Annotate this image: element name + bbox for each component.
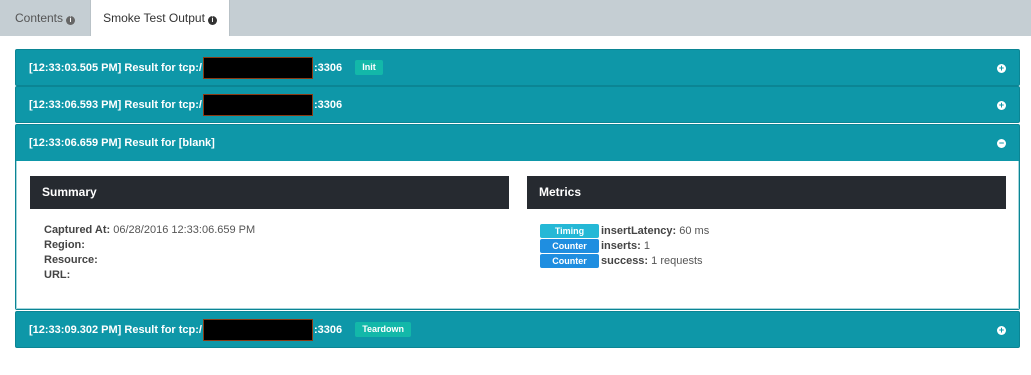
result-header[interactable]: [12:33:06.659 PM] Result for [blank] − — [16, 125, 1019, 161]
tab-contents-label: Contents — [14, 11, 64, 25]
info-icon: i — [207, 16, 217, 25]
summary-field-label: Captured At: — [44, 224, 111, 236]
metric-row: Counter inserts: 1 — [540, 239, 650, 253]
result-header[interactable]: [12:33:09.302 PM] Result for tcp:/:3306 … — [16, 312, 1019, 348]
expand-icon[interactable]: + — [997, 64, 1006, 73]
result-header[interactable]: [12:33:03.505 PM] Result for tcp:/:3306 … — [16, 50, 1019, 86]
tab-smoke-test-output[interactable]: Smoke Test Output i — [90, 0, 230, 36]
expand-icon[interactable]: + — [997, 326, 1006, 335]
status-badge: Init — [355, 60, 383, 75]
result-panel-expanded: [12:33:06.659 PM] Result for [blank] − S… — [15, 124, 1020, 310]
summary-field: Resource: — [44, 254, 98, 266]
metric-row: Counter success: 1 requests — [540, 254, 703, 268]
metric-type-badge: Timing — [540, 224, 599, 238]
result-header[interactable]: [12:33:06.593 PM] Result for tcp:/:3306 … — [16, 87, 1019, 123]
result-title-prefix: [12:33:09.302 PM] Result for tcp:/ — [29, 324, 202, 336]
result-title-prefix: [12:33:03.505 PM] Result for tcp:/ — [29, 62, 202, 74]
tab-contents[interactable]: Contents i — [0, 0, 90, 36]
metric-name: inserts: — [601, 240, 641, 252]
summary-field: URL: — [44, 269, 70, 281]
summary-field: Region: — [44, 239, 85, 251]
info-icon: i — [66, 16, 76, 25]
result-title-prefix: [12:33:06.593 PM] Result for tcp:/ — [29, 99, 202, 111]
summary-field-label: Resource: — [44, 254, 98, 266]
summary-field-label: Region: — [44, 239, 85, 251]
result-title-port: :3306 — [314, 324, 343, 336]
result-title: [12:33:03.505 PM] Result for tcp:/:3306 … — [29, 50, 383, 86]
tab-bar: Contents i Smoke Test Output i — [0, 0, 1031, 36]
result-title-port: :3306 — [314, 99, 343, 111]
metrics-header: Metrics — [527, 176, 1006, 209]
metric-value: 1 requests — [651, 255, 703, 267]
result-title-port: :3306 — [314, 62, 343, 74]
result-body: Summary Captured At: 06/28/2016 12:33:06… — [16, 161, 1019, 309]
metric-value: 60 ms — [679, 225, 710, 237]
metric-type-badge: Counter — [540, 239, 599, 253]
expand-icon[interactable]: + — [997, 101, 1006, 110]
tab-smoke-test-output-label: Smoke Test Output — [103, 11, 205, 25]
status-badge: Teardown — [355, 322, 412, 337]
summary-field: Captured At: 06/28/2016 12:33:06.659 PM — [44, 224, 255, 236]
result-panel: [12:33:06.593 PM] Result for tcp:/:3306 … — [15, 86, 1020, 123]
summary-field-value: 06/28/2016 12:33:06.659 PM — [113, 224, 256, 236]
redacted-host — [203, 319, 313, 342]
metric-type-badge: Counter — [540, 254, 599, 268]
redacted-host — [203, 94, 313, 117]
metric-name: insertLatency: — [601, 225, 677, 237]
result-title: [12:33:06.659 PM] Result for [blank] — [29, 137, 215, 149]
result-title: [12:33:06.593 PM] Result for tcp:/ :3306 — [29, 87, 342, 123]
result-panel: [12:33:03.505 PM] Result for tcp:/:3306 … — [15, 49, 1020, 86]
redacted-host — [203, 57, 313, 80]
collapse-icon[interactable]: − — [997, 139, 1006, 148]
metric-value: 1 — [643, 240, 650, 252]
result-title: [12:33:09.302 PM] Result for tcp:/:3306 … — [29, 312, 412, 348]
summary-header: Summary — [30, 176, 509, 209]
metric-row: Timing insertLatency: 60 ms — [540, 224, 709, 238]
summary-field-label: URL: — [44, 269, 71, 281]
metric-name: success: — [601, 255, 649, 267]
result-panel: [12:33:09.302 PM] Result for tcp:/:3306 … — [15, 311, 1020, 348]
